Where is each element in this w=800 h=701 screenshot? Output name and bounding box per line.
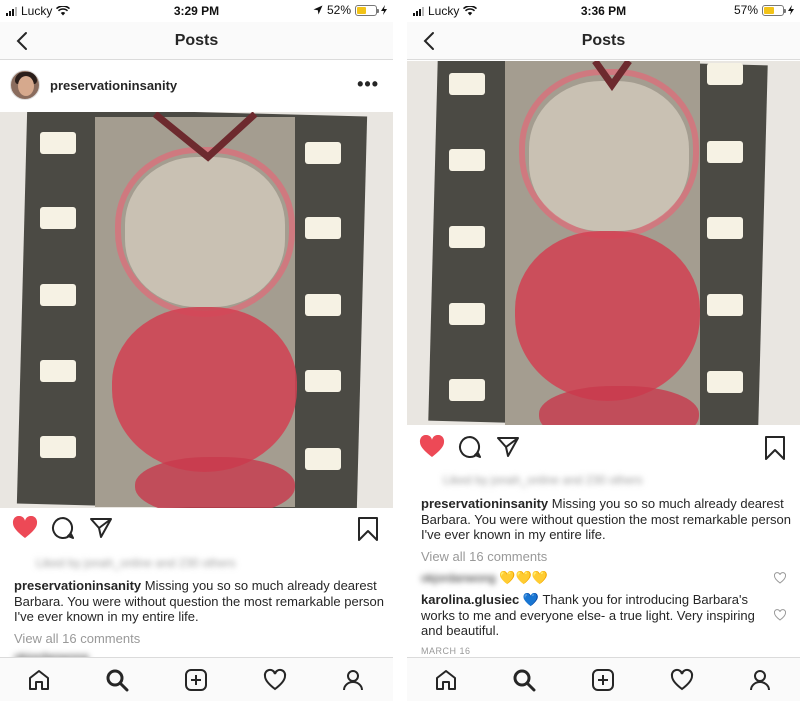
heart-icon[interactable] bbox=[419, 435, 445, 459]
search-icon[interactable] bbox=[512, 668, 536, 692]
bookmark-icon[interactable] bbox=[357, 516, 379, 542]
post-caption: preservationinsanity Missing you so so m… bbox=[14, 578, 384, 625]
status-bar: Lucky 3:36 PM 57% bbox=[407, 0, 800, 22]
battery-icon bbox=[762, 4, 786, 16]
likes-count[interactable]: Liked by jonah_online and 230 others bbox=[443, 473, 643, 487]
search-icon[interactable] bbox=[105, 668, 129, 692]
profile-icon[interactable] bbox=[748, 668, 772, 692]
add-icon[interactable] bbox=[184, 668, 208, 692]
post-photo[interactable] bbox=[407, 61, 800, 425]
post-actions bbox=[0, 512, 393, 546]
comment-username[interactable]: okjordanwong bbox=[421, 571, 496, 585]
divider bbox=[393, 0, 407, 701]
comment-row: karolina.glusiec 💙 Thank you for introdu… bbox=[421, 592, 761, 639]
post-date: MARCH 16 bbox=[421, 646, 471, 656]
comment-icon[interactable] bbox=[51, 516, 75, 540]
page-title: Posts bbox=[174, 32, 219, 49]
share-icon[interactable] bbox=[89, 516, 113, 540]
comment-username[interactable]: karolina.glusiec bbox=[421, 592, 519, 607]
page-title: Posts bbox=[581, 32, 626, 49]
tab-bar bbox=[0, 657, 393, 701]
home-icon[interactable] bbox=[27, 668, 51, 692]
likes-count[interactable]: Liked by jonah_online and 230 others bbox=[36, 556, 236, 570]
right-screen: Lucky 3:36 PM 57% Posts Liked by jonah_o… bbox=[407, 0, 800, 701]
comment-like-icon[interactable] bbox=[774, 572, 786, 584]
heart-icon[interactable] bbox=[12, 516, 38, 540]
comment-row: okjordanwong 💛💛💛 bbox=[421, 570, 761, 587]
view-all-comments[interactable]: View all 16 comments bbox=[14, 631, 140, 646]
caption-username[interactable]: preservationinsanity bbox=[421, 496, 548, 511]
comment-like-icon[interactable] bbox=[774, 609, 786, 621]
battery-icon bbox=[355, 4, 379, 16]
comment-text: 💛💛💛 bbox=[499, 570, 548, 585]
home-icon[interactable] bbox=[434, 668, 458, 692]
profile-icon[interactable] bbox=[341, 668, 365, 692]
battery-percent: 52% bbox=[326, 3, 351, 17]
status-bar: Lucky 3:29 PM 52% bbox=[0, 0, 393, 22]
avatar[interactable] bbox=[10, 70, 40, 100]
add-icon[interactable] bbox=[591, 668, 615, 692]
more-icon[interactable]: ••• bbox=[357, 74, 379, 95]
activity-icon[interactable] bbox=[670, 668, 694, 692]
share-icon[interactable] bbox=[496, 435, 520, 459]
post-username[interactable]: preservationinsanity bbox=[50, 78, 177, 93]
location-icon bbox=[313, 5, 323, 15]
charging-icon bbox=[381, 5, 387, 15]
left-screen: Lucky 3:29 PM 52% Posts preservationinsa… bbox=[0, 0, 393, 701]
bookmark-icon[interactable] bbox=[764, 435, 786, 461]
comment-icon[interactable] bbox=[458, 435, 482, 459]
battery-percent: 57% bbox=[733, 3, 758, 17]
tab-bar bbox=[407, 657, 800, 701]
activity-icon[interactable] bbox=[263, 668, 287, 692]
post-header: preservationinsanity ••• bbox=[0, 64, 393, 110]
nav-bar: Posts bbox=[0, 22, 393, 60]
view-all-comments[interactable]: View all 16 comments bbox=[421, 549, 547, 564]
post-actions bbox=[407, 431, 800, 465]
post-photo[interactable] bbox=[0, 112, 393, 508]
caption-username[interactable]: preservationinsanity bbox=[14, 578, 141, 593]
post-caption: preservationinsanity Missing you so so m… bbox=[421, 496, 791, 543]
nav-bar: Posts bbox=[407, 22, 800, 60]
charging-icon bbox=[788, 5, 794, 15]
